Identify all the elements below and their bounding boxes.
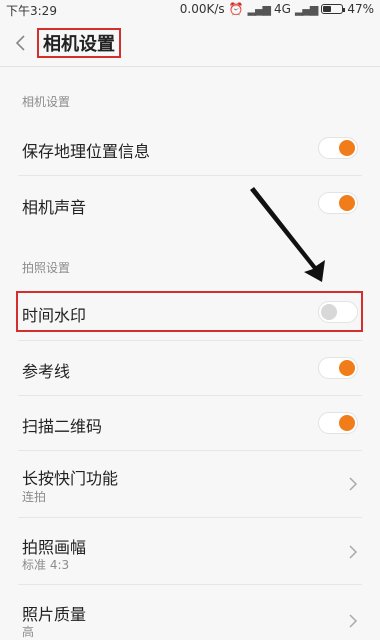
arrow-annotation <box>250 187 325 282</box>
